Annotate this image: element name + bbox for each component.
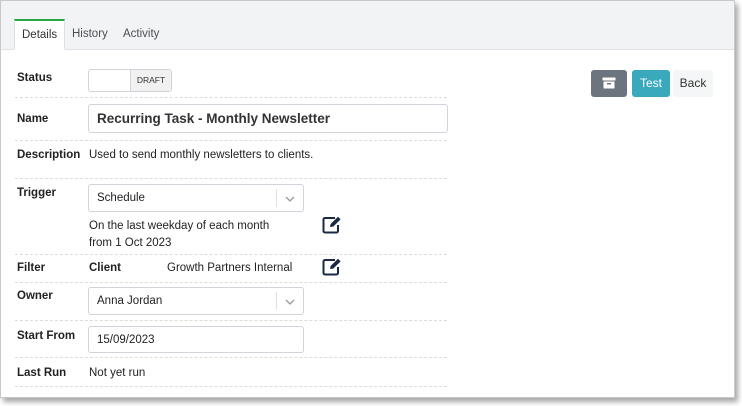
trigger-summary-line2: from 1 Oct 2023 <box>89 237 172 249</box>
edit-filter-icon[interactable] <box>322 258 342 278</box>
divider <box>15 386 447 387</box>
status-label: Status <box>17 72 53 84</box>
archive-icon <box>602 77 616 92</box>
divider <box>15 282 447 283</box>
test-button[interactable]: Test <box>632 70 670 97</box>
divider <box>15 97 447 98</box>
trigger-selected-value: Schedule <box>97 192 145 204</box>
last-run-value: Not yet run <box>89 367 146 379</box>
filter-key: Client <box>89 262 121 274</box>
archive-button[interactable] <box>591 70 627 97</box>
divider <box>15 254 447 255</box>
chevron-down-icon <box>276 189 303 207</box>
divider <box>15 178 447 179</box>
last-run-label: Last Run <box>17 367 67 379</box>
divider <box>15 357 447 358</box>
status-toggle[interactable]: DRAFT <box>88 69 172 92</box>
owner-select[interactable]: Anna Jordan <box>88 287 304 315</box>
status-value: DRAFT <box>130 70 171 91</box>
start-from-input[interactable] <box>88 326 304 353</box>
trigger-summary-line1: On the last weekday of each month <box>89 220 270 232</box>
tab-details[interactable]: Details <box>14 19 66 50</box>
trigger-label: Trigger <box>17 187 56 199</box>
owner-label: Owner <box>17 290 53 302</box>
description-label: Description <box>17 149 81 161</box>
name-input[interactable] <box>88 104 448 133</box>
filter-label: Filter <box>17 262 46 274</box>
trigger-select[interactable]: Schedule <box>88 184 304 212</box>
filter-value: Growth Partners Internal <box>167 262 293 274</box>
task-details-window: Details History Activity Status DRAFT Na… <box>0 0 735 398</box>
divider <box>15 140 447 141</box>
tab-activity[interactable]: Activity <box>116 19 166 50</box>
back-button[interactable]: Back <box>673 70 713 97</box>
divider <box>15 320 447 321</box>
edit-trigger-icon[interactable] <box>322 216 342 236</box>
start-from-label: Start From <box>17 330 76 342</box>
tab-history[interactable]: History <box>65 19 115 50</box>
name-label: Name <box>17 113 49 125</box>
chevron-down-icon <box>276 292 303 310</box>
tab-bar: Details History Activity <box>1 1 734 50</box>
owner-selected-value: Anna Jordan <box>97 295 163 307</box>
description-text: Used to send monthly newsletters to clie… <box>89 149 314 161</box>
